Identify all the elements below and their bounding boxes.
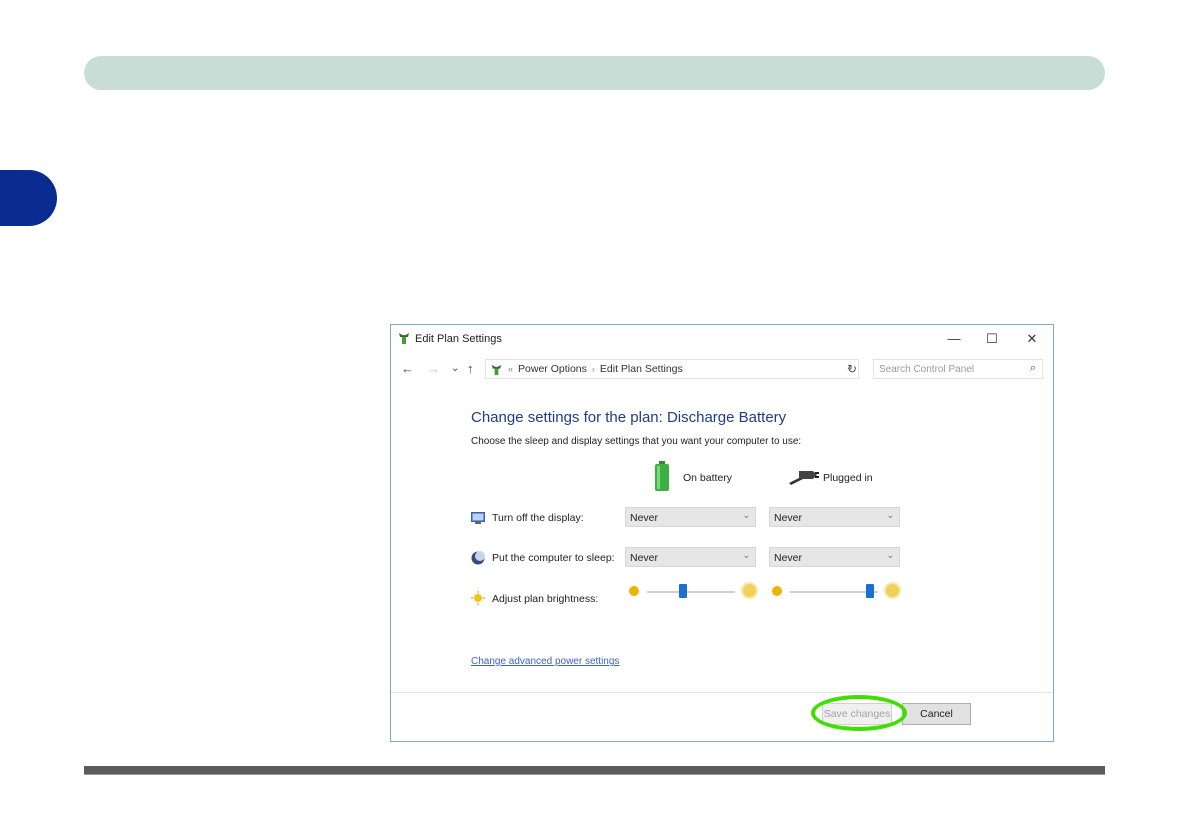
dim-sun-icon: [772, 586, 782, 596]
column-on-battery: On battery: [655, 461, 775, 493]
bright-sun-icon: [743, 584, 756, 597]
brightness-label: Adjust plan brightness:: [492, 593, 599, 605]
address-toolbar: ← → ⌄ ↑ « Power Options › Edit Plan Setting…: [391, 357, 1053, 381]
footer-divider: [391, 692, 1053, 693]
breadcrumb: « Power Options › Edit Plan Settings: [508, 363, 683, 375]
display-plugged-select[interactable]: Never ⌄: [769, 507, 900, 527]
sleep-battery-select[interactable]: Never ⌄: [625, 547, 756, 567]
cancel-button[interactable]: Cancel: [902, 703, 971, 725]
chapter-tab: [0, 170, 57, 226]
up-arrow-icon[interactable]: ↑: [467, 361, 474, 377]
page-title: Change settings for the plan: Discharge …: [471, 409, 787, 426]
refresh-icon[interactable]: ↻: [847, 362, 857, 376]
page-description: Choose the sleep and display settings th…: [471, 436, 802, 447]
breadcrumb-edit-plan-settings[interactable]: Edit Plan Settings: [600, 363, 683, 375]
save-highlight-circle: [811, 695, 907, 731]
slider-thumb[interactable]: [866, 584, 874, 598]
on-battery-label: On battery: [683, 472, 733, 484]
sleep-label: Put the computer to sleep:: [492, 552, 615, 564]
bright-sun-icon: [886, 584, 899, 597]
display-battery-value: Never: [630, 512, 659, 524]
dim-sun-icon: [629, 586, 639, 596]
brightness-icon: [471, 591, 485, 605]
display-icon: [471, 512, 485, 524]
brightness-battery-slider[interactable]: [627, 583, 759, 601]
slider-thumb[interactable]: [679, 584, 687, 598]
address-bar[interactable]: «Power Options › Edit Plan Settings ⌄: [485, 359, 859, 379]
window-title: Edit Plan Settings: [415, 333, 502, 345]
brightness-plugged-slider[interactable]: [770, 583, 902, 601]
header-bar: [84, 56, 1105, 90]
power-options-icon: [399, 333, 409, 344]
display-plugged-value: Never: [774, 512, 803, 524]
sleep-plugged-select[interactable]: Never ⌄: [769, 547, 900, 567]
slider-track: [647, 591, 735, 593]
sleep-plugged-value: Never: [774, 552, 803, 564]
sleep-moon-icon: [471, 551, 485, 565]
title-bar: Edit Plan Settings — ☐ ✕: [391, 325, 1053, 353]
forward-arrow-icon[interactable]: →: [427, 361, 440, 377]
footer-rule: [84, 766, 1105, 775]
plugged-in-label: Plugged in: [823, 472, 873, 484]
chevron-down-icon: ⌄: [742, 550, 750, 560]
recent-locations-icon[interactable]: ⌄: [451, 361, 459, 377]
chevron-down-icon: ⌄: [886, 550, 894, 560]
control-panel-icon: [491, 364, 502, 376]
breadcrumb-overflow-icon[interactable]: «: [508, 364, 513, 374]
plug-icon: [789, 471, 819, 485]
maximize-button[interactable]: ☐: [977, 329, 1007, 349]
chevron-down-icon: ⌄: [742, 510, 750, 520]
back-arrow-icon[interactable]: ←: [401, 361, 414, 377]
minimize-button[interactable]: —: [939, 329, 969, 349]
breadcrumb-power-options[interactable]: Power Options: [518, 363, 587, 375]
close-button[interactable]: ✕: [1017, 329, 1047, 349]
search-placeholder: Search Control Panel: [879, 364, 975, 375]
turn-off-display-label: Turn off the display:: [492, 512, 584, 524]
breadcrumb-separator-icon: ›: [591, 364, 595, 374]
display-battery-select[interactable]: Never ⌄: [625, 507, 756, 527]
sleep-battery-value: Never: [630, 552, 659, 564]
search-icon[interactable]: ⌕: [1030, 362, 1036, 375]
slider-track: [790, 591, 878, 593]
edit-plan-settings-window: Edit Plan Settings — ☐ ✕ ← → ⌄ ↑ « Power …: [390, 324, 1054, 742]
chevron-down-icon: ⌄: [886, 510, 894, 520]
battery-icon: [655, 461, 669, 491]
advanced-power-settings-link[interactable]: Change advanced power settings: [471, 656, 619, 667]
search-input[interactable]: Search Control Panel ⌕: [873, 359, 1043, 379]
column-plugged-in: Plugged in: [789, 461, 909, 493]
